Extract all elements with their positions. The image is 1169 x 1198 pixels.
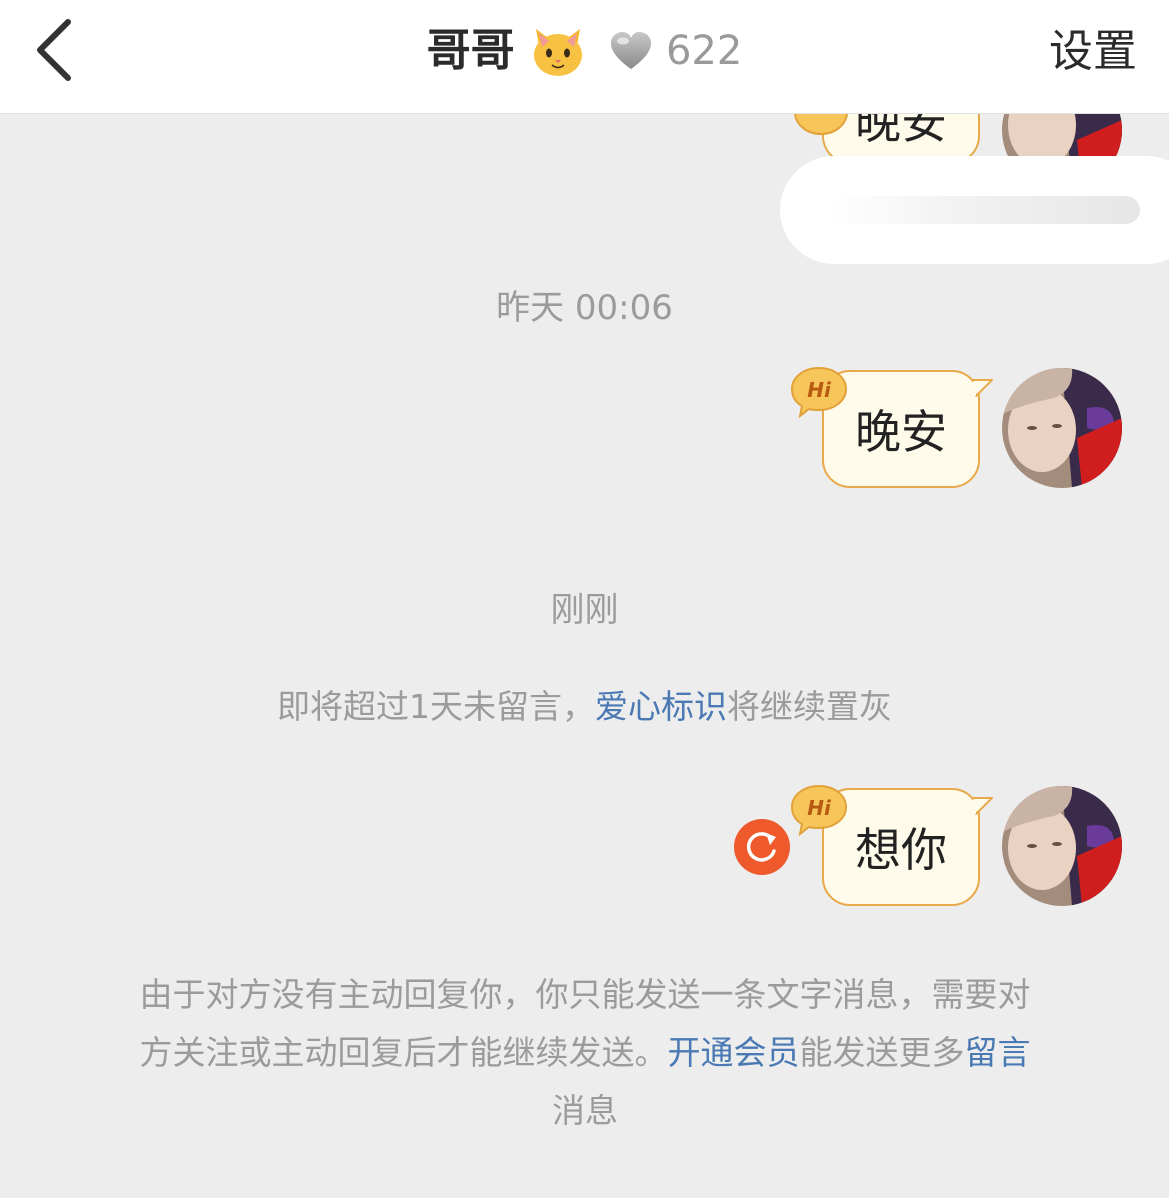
- grey-heart-icon[interactable]: [609, 31, 653, 71]
- settings-button[interactable]: 设置: [1049, 22, 1137, 82]
- avatar-self[interactable]: [1002, 368, 1122, 488]
- heart-count: 622: [665, 27, 743, 74]
- message-text: 想你: [855, 823, 947, 877]
- message-text: 晚安: [855, 405, 947, 459]
- message-limit-notice: 由于对方没有主动回复你，你只能发送一条文字消息，需要对方关注或主动回复后才能继续…: [130, 966, 1040, 1140]
- top-bar: 哥哥 622 设置: [0, 0, 1169, 114]
- hi-badge-icon: Hi: [790, 784, 848, 836]
- avatar-self[interactable]: [1002, 786, 1122, 906]
- message-link[interactable]: 留言: [965, 1033, 1031, 1072]
- timestamp-just-now: 刚刚: [550, 590, 619, 630]
- contact-name: 哥哥: [426, 24, 515, 76]
- bubble-tail: [972, 379, 993, 397]
- resend-button[interactable]: [734, 819, 790, 875]
- svg-text:Hi: Hi: [807, 796, 832, 820]
- refresh-icon: [746, 832, 776, 862]
- vip-link[interactable]: 开通会员: [668, 1033, 800, 1072]
- cat-face-icon: [533, 28, 582, 76]
- heart-badge-link[interactable]: 爱心标识: [595, 687, 727, 726]
- chat-title: 哥哥 622: [0, 18, 1169, 82]
- hi-badge-icon: Hi: [790, 366, 848, 418]
- chat-screen: 晚安 哥哥 622 设置 昨天 00:06 晚安 Hi 刚刚 即将超过1天未留言…: [0, 0, 1169, 1198]
- heart-warning-notice: 即将超过1天未留言，爱心标识将继续置灰: [0, 680, 1169, 728]
- heart-warning-text-end: 将继续置灰: [727, 687, 892, 726]
- heart-warning-text: 即将超过1天未留言，: [277, 687, 595, 726]
- limit-text-3: 消息: [552, 1091, 618, 1130]
- limit-text-2: 能发送更多: [799, 1033, 965, 1072]
- redacted-line: [830, 196, 1140, 224]
- svg-text:Hi: Hi: [807, 378, 832, 402]
- bubble-tail: [972, 797, 993, 815]
- timestamp-yesterday: 昨天 00:06: [496, 288, 673, 328]
